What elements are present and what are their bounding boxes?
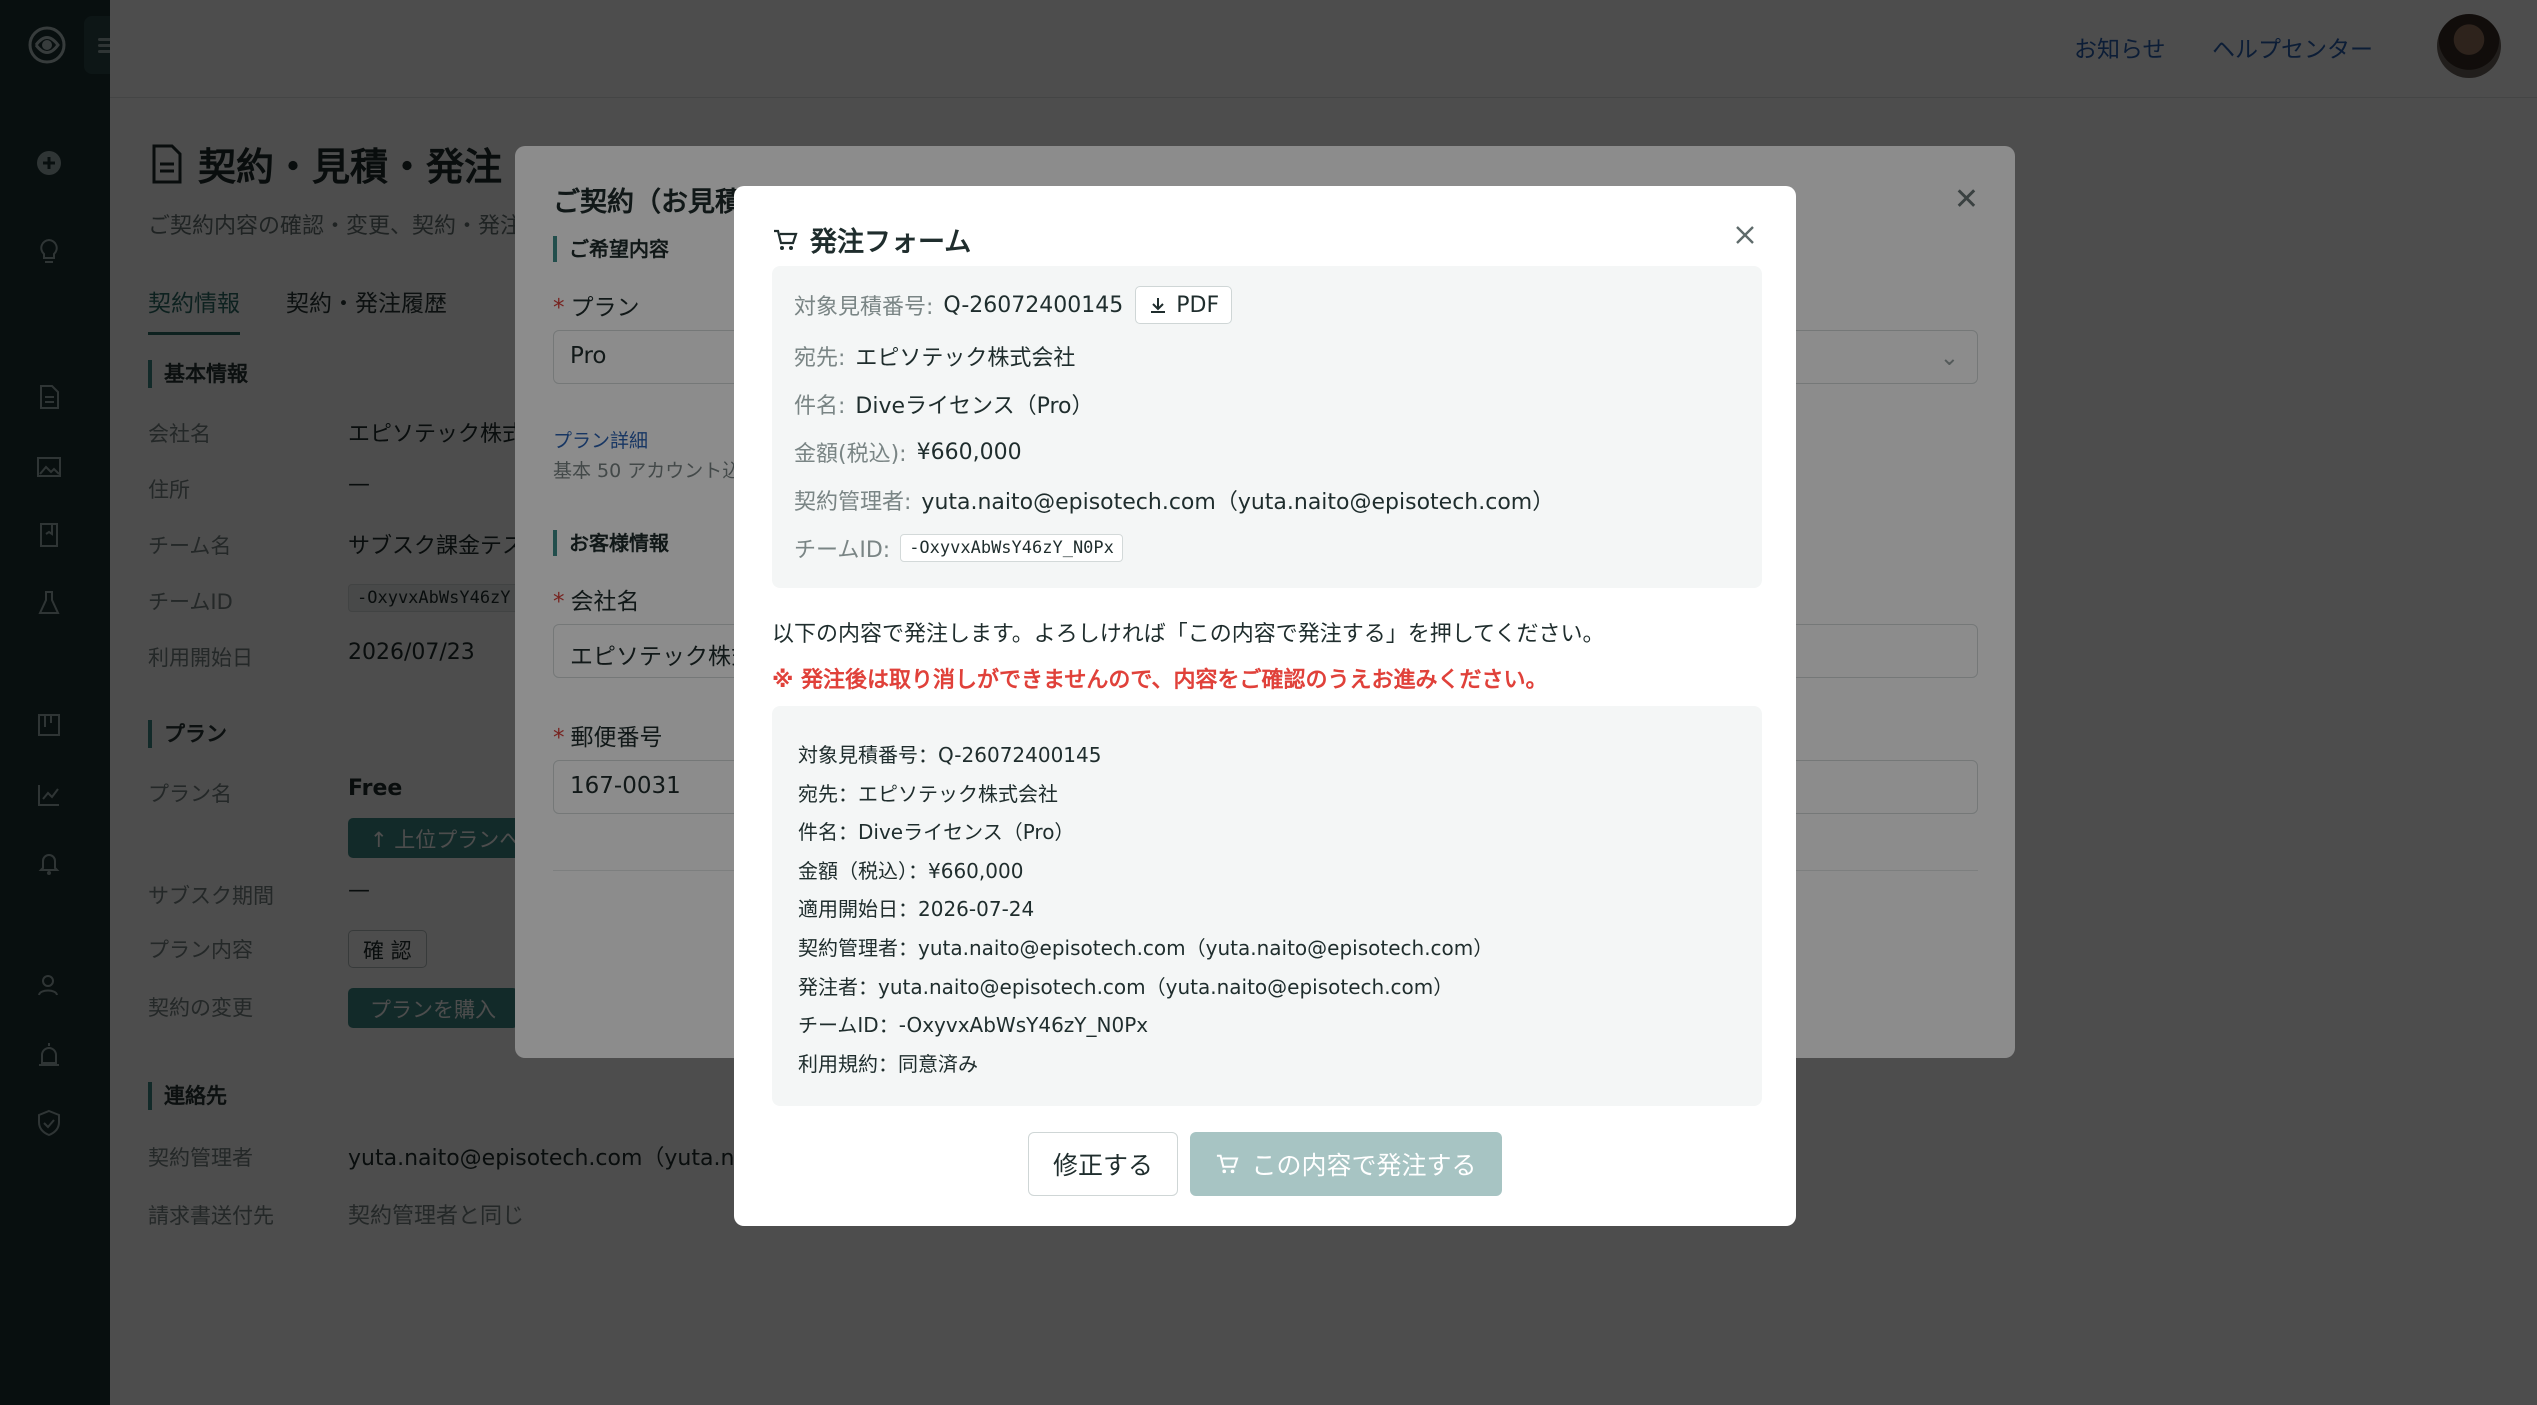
summary-line: 利用規約：同意済み bbox=[798, 1051, 978, 1076]
warning-message: ※ 発注後は取り消しができませんので、内容をご確認のうえお進みください。 bbox=[772, 668, 1548, 693]
summary-line: 対象見積番号：Q-26072400145 bbox=[798, 743, 1102, 767]
quote-number-label: 対象見積番号: bbox=[794, 295, 934, 320]
confirm-message: 以下の内容で発注します。よろしければ「この内容で発注する」を押してください。 bbox=[772, 622, 1605, 647]
team-id-label: チームID: bbox=[794, 538, 891, 563]
order-form-title: 発注フォーム bbox=[772, 220, 971, 259]
quote-info-box: 対象見積番号: Q-26072400145 PDF 宛先: エピソテック株式会社 … bbox=[772, 266, 1762, 588]
submit-order-label: この内容で発注する bbox=[1251, 1151, 1477, 1180]
quote-number-value: Q-26072400145 bbox=[943, 292, 1124, 318]
download-icon bbox=[1151, 298, 1166, 313]
subject-label: 件名: bbox=[794, 394, 846, 419]
summary-line: 契約管理者：yuta.naito@episotech.com（yuta.nait… bbox=[798, 935, 1494, 960]
cart-icon bbox=[774, 229, 798, 250]
to-value: エピソテック株式会社 bbox=[855, 346, 1076, 371]
subject-value: Diveライセンス（Pro） bbox=[855, 394, 1094, 419]
summary-line: 発注者：yuta.naito@episotech.com（yuta.naito@… bbox=[798, 974, 1454, 999]
summary-line: 金額（税込）：¥660,000 bbox=[798, 858, 1024, 883]
summary-line: 件名：Diveライセンス（Pro） bbox=[798, 820, 1075, 845]
order-form-title-text: 発注フォーム bbox=[810, 227, 972, 258]
cart-icon bbox=[1217, 1154, 1239, 1174]
summary-line: 宛先：エピソテック株式会社 bbox=[798, 781, 1058, 806]
pdf-button-label: PDF bbox=[1176, 292, 1220, 318]
submit-order-button[interactable]: この内容で発注する bbox=[1190, 1132, 1502, 1196]
contract-manager-label: 契約管理者: bbox=[794, 490, 912, 515]
order-summary: 対象見積番号：Q-26072400145 宛先：エピソテック株式会社 件名：Di… bbox=[772, 706, 1762, 1106]
amount-label: 金額(税込): bbox=[794, 442, 907, 467]
amount-value: ¥660,000 bbox=[916, 439, 1022, 465]
order-form-modal: 発注フォーム 対象見積番号: Q-26072400145 PDF 宛先: エピソテ… bbox=[734, 186, 1796, 1226]
summary-line: 適用開始日：2026-07-24 bbox=[798, 897, 1035, 922]
edit-button[interactable]: 修正する bbox=[1028, 1132, 1178, 1196]
close-icon[interactable] bbox=[1730, 220, 1760, 250]
pdf-download-button[interactable]: PDF bbox=[1135, 286, 1233, 324]
contract-manager-value: yuta.naito@episotech.com（yuta.naito@epis… bbox=[921, 490, 1555, 515]
summary-line: チームID：-OxyvxAbWsY46zY_N0Px bbox=[798, 1013, 1149, 1038]
to-label: 宛先: bbox=[794, 346, 846, 371]
team-id-value: -OxyvxAbWsY46zY_N0Px bbox=[900, 534, 1123, 562]
